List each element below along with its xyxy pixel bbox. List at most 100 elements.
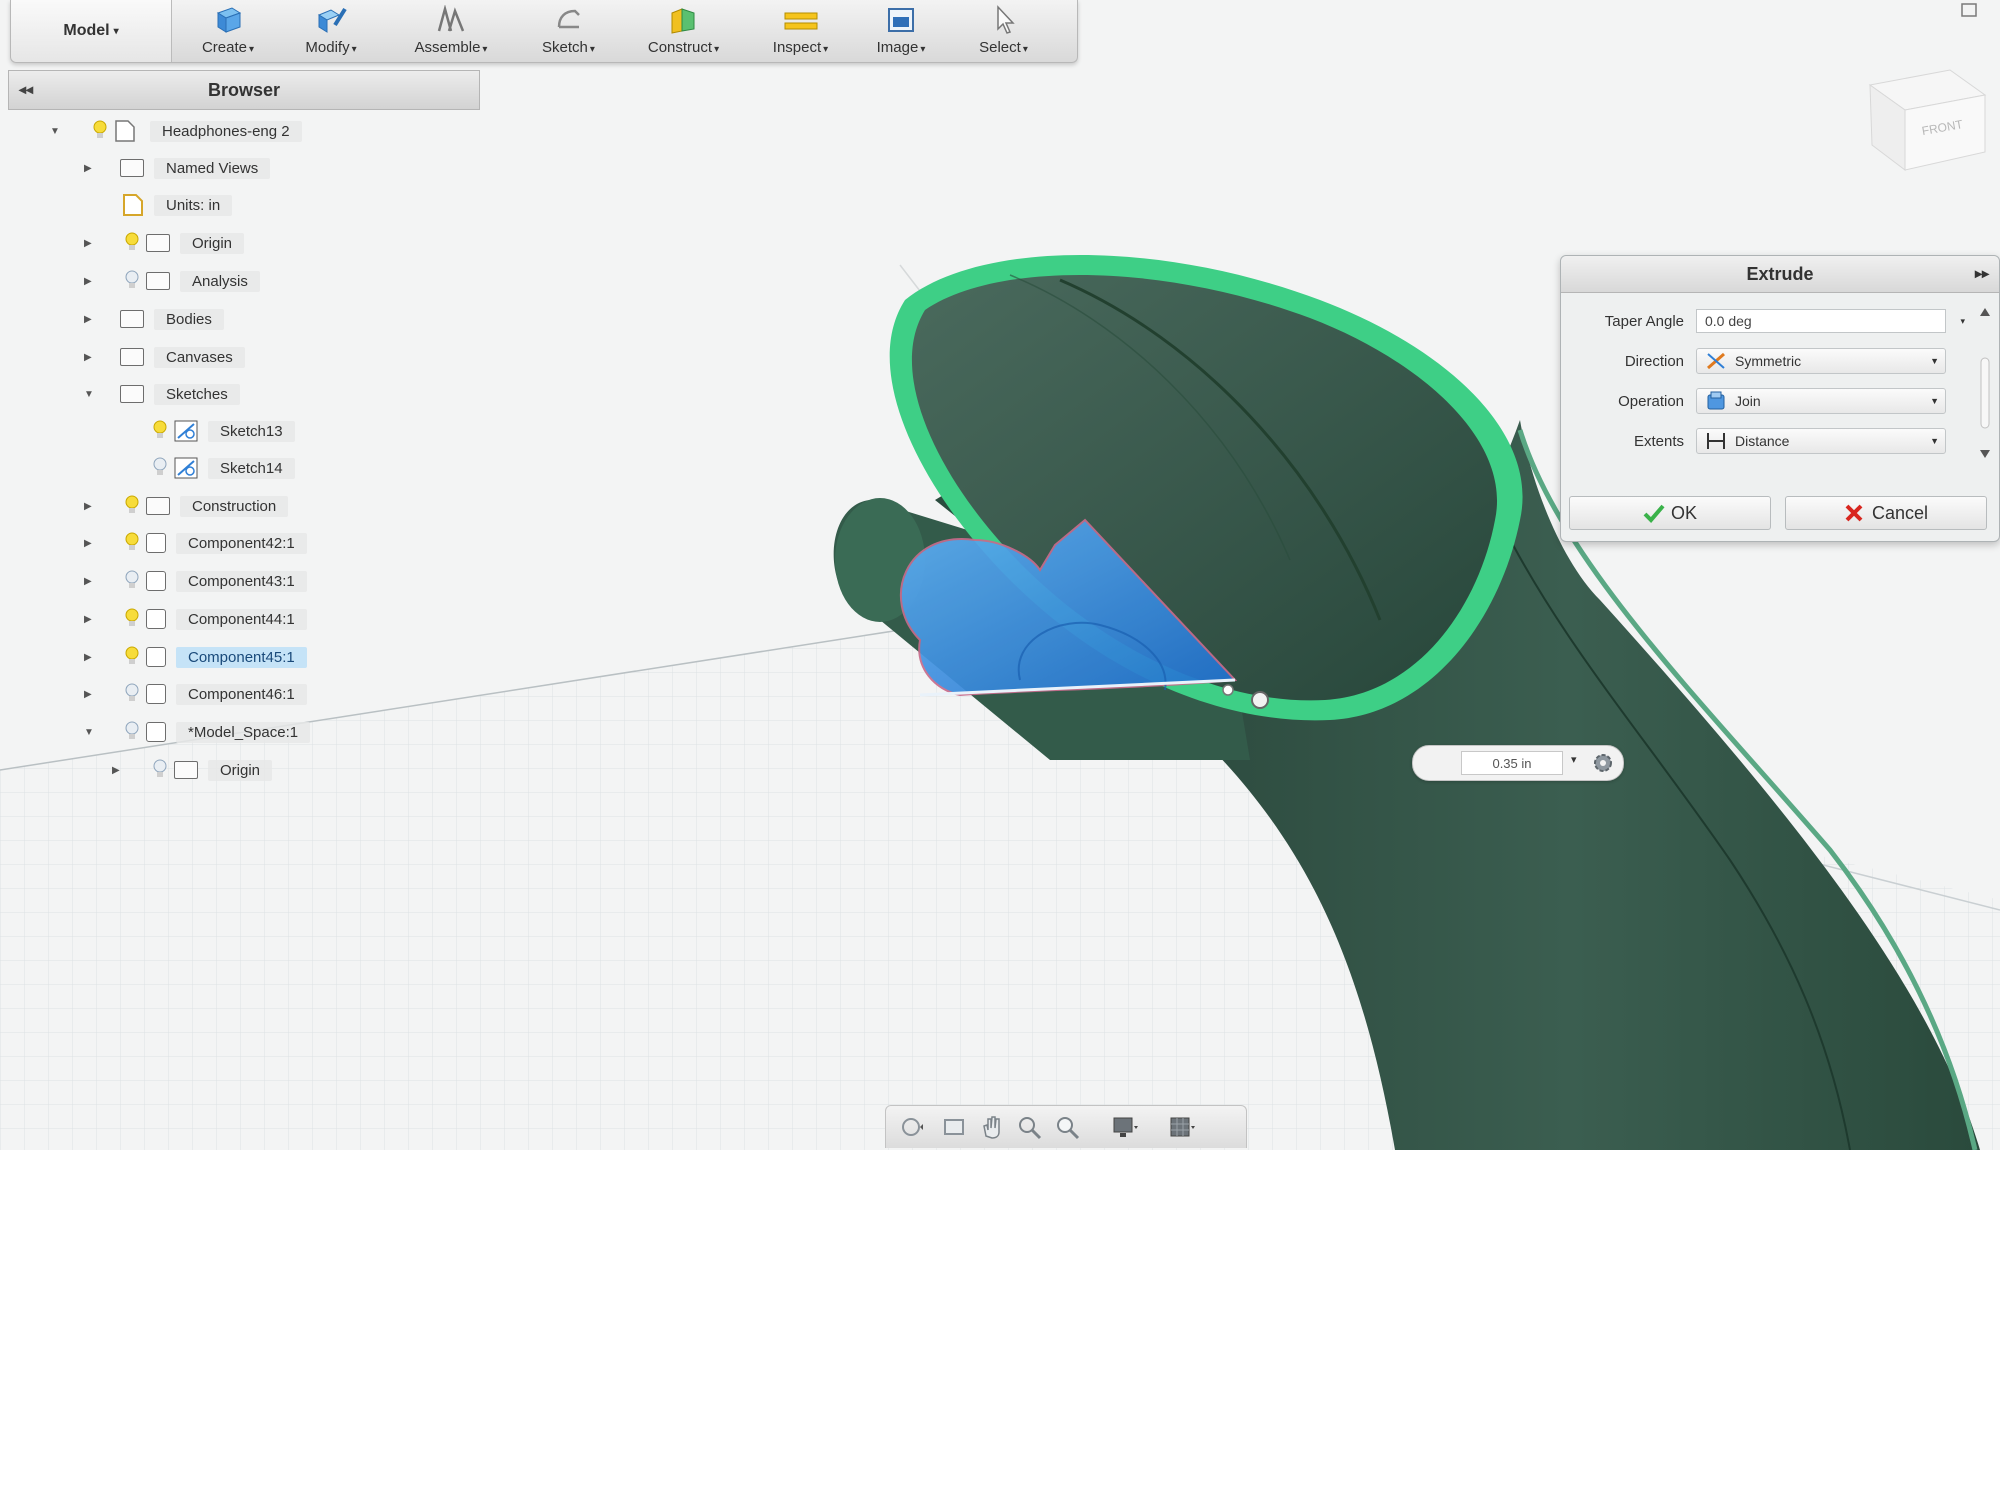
look-at-icon[interactable] bbox=[941, 1114, 969, 1140]
zoom-icon[interactable] bbox=[1054, 1114, 1082, 1140]
tree-item-label: Sketch14 bbox=[208, 457, 295, 479]
visibility-bulb-off-icon[interactable] bbox=[124, 721, 140, 743]
expand-triangle-icon[interactable]: ▶ bbox=[84, 163, 92, 174]
direction-select[interactable]: Symmetric ▼ bbox=[1696, 348, 1946, 374]
tree-item-sketch14[interactable]: Sketch14 bbox=[152, 453, 295, 483]
folder-icon bbox=[120, 159, 144, 177]
distance-dropdown-icon[interactable]: ▾ bbox=[1571, 753, 1577, 766]
visibility-bulb-off-icon[interactable] bbox=[124, 683, 140, 705]
expand-triangle-icon[interactable]: ▶ bbox=[84, 352, 92, 363]
expand-triangle-icon[interactable]: ▶ bbox=[84, 538, 92, 549]
visibility-bulb-icon[interactable] bbox=[152, 420, 168, 442]
modify-menu-button[interactable]: Modify ▾ bbox=[286, 0, 376, 62]
tree-item-analysis[interactable]: ▶ Analysis bbox=[84, 266, 260, 296]
gear-icon[interactable] bbox=[1591, 751, 1615, 775]
component-icon bbox=[146, 533, 166, 553]
taper-angle-input[interactable]: 0.0 deg ▾ bbox=[1696, 309, 1965, 333]
visibility-bulb-icon[interactable] bbox=[124, 608, 140, 630]
tree-item-named-views[interactable]: ▶ Named Views bbox=[84, 153, 271, 183]
folder-icon bbox=[120, 348, 144, 366]
tree-item-sketches[interactable]: ▼ Sketches bbox=[84, 379, 240, 409]
visibility-bulb-icon[interactable] bbox=[124, 495, 140, 517]
workspace-switcher[interactable]: Model ▾ bbox=[11, 0, 172, 62]
sketch-label: Sketch bbox=[542, 39, 588, 56]
assemble-label: Assemble bbox=[414, 39, 481, 56]
tree-item-component45[interactable]: ▶ Component45:1 bbox=[84, 642, 307, 672]
tree-item-label: Analysis bbox=[180, 270, 260, 292]
visibility-bulb-icon[interactable] bbox=[124, 532, 140, 554]
expand-triangle-icon[interactable]: ▶ bbox=[84, 276, 92, 287]
tree-item-component46[interactable]: ▶ Component46:1 bbox=[84, 679, 307, 709]
visibility-bulb-icon[interactable] bbox=[92, 120, 108, 142]
collapse-triangle-icon[interactable]: ▼ bbox=[84, 389, 94, 400]
collapse-triangle-icon[interactable]: ▼ bbox=[50, 126, 60, 137]
create-box-icon bbox=[216, 7, 242, 33]
tree-item-construction[interactable]: ▶ Construction bbox=[84, 491, 289, 521]
close-icon bbox=[1845, 504, 1863, 522]
taper-angle-stepper-icon[interactable]: ▾ bbox=[1960, 316, 1965, 327]
check-icon bbox=[1643, 504, 1665, 523]
visibility-bulb-icon[interactable] bbox=[124, 646, 140, 668]
modify-label: Modify bbox=[305, 39, 350, 56]
image-icon bbox=[888, 8, 914, 32]
ok-button[interactable]: OK bbox=[1569, 496, 1771, 530]
expand-triangle-icon[interactable]: ▶ bbox=[84, 652, 92, 663]
select-menu-button[interactable]: Select ▾ bbox=[956, 0, 1051, 62]
viewcube[interactable] bbox=[1868, 69, 1987, 172]
visibility-bulb-off-icon[interactable] bbox=[152, 457, 168, 479]
display-settings-icon[interactable] bbox=[1111, 1114, 1139, 1140]
distance-input[interactable]: 0.35 in bbox=[1461, 751, 1563, 775]
expand-triangle-icon[interactable]: ▶ bbox=[84, 689, 92, 700]
component-icon bbox=[146, 571, 166, 591]
pan-hand-icon[interactable] bbox=[978, 1114, 1006, 1140]
cancel-button[interactable]: Cancel bbox=[1785, 496, 1987, 530]
tree-item-component42[interactable]: ▶ Component42:1 bbox=[84, 528, 307, 558]
visibility-bulb-off-icon[interactable] bbox=[124, 270, 140, 292]
expand-triangle-icon[interactable]: ▶ bbox=[84, 501, 92, 512]
tree-item-sketch13[interactable]: Sketch13 bbox=[152, 416, 295, 446]
tree-item-bodies[interactable]: ▶ Bodies bbox=[84, 304, 224, 334]
tree-root[interactable]: ▼ Headphones-eng 2 bbox=[50, 116, 302, 146]
expand-triangle-icon[interactable]: ▶ bbox=[84, 238, 92, 249]
image-menu-button[interactable]: Image ▾ bbox=[856, 0, 946, 62]
assemble-menu-button[interactable]: Assemble ▾ bbox=[396, 0, 506, 62]
select-label: Select bbox=[979, 39, 1021, 56]
create-menu-button[interactable]: Create ▾ bbox=[183, 0, 273, 62]
visibility-bulb-off-icon[interactable] bbox=[152, 759, 168, 781]
tree-item-origin-nested[interactable]: ▶ Origin bbox=[112, 755, 273, 785]
tree-item-component44[interactable]: ▶ Component44:1 bbox=[84, 604, 307, 634]
zoom-window-icon[interactable] bbox=[1016, 1114, 1044, 1140]
browser-collapse-icon[interactable]: ◂◂ bbox=[19, 81, 33, 98]
taper-angle-label: Taper Angle bbox=[1604, 312, 1684, 330]
tree-item-component43[interactable]: ▶ Component43:1 bbox=[84, 566, 307, 596]
grid-settings-icon[interactable] bbox=[1168, 1114, 1196, 1140]
expand-triangle-icon[interactable]: ▶ bbox=[84, 614, 92, 625]
extrude-manipulator-handle[interactable] bbox=[1251, 691, 1269, 709]
expand-triangle-icon[interactable]: ▶ bbox=[112, 765, 120, 776]
collapse-triangle-icon[interactable]: ▼ bbox=[84, 727, 94, 738]
construct-menu-button[interactable]: Construct ▾ bbox=[626, 0, 741, 62]
operation-select[interactable]: Join ▼ bbox=[1696, 388, 1946, 414]
tree-item-label: Component46:1 bbox=[176, 683, 307, 705]
chevron-down-icon: ▼ bbox=[1930, 396, 1939, 406]
document-icon bbox=[115, 120, 135, 142]
sketch-menu-button[interactable]: Sketch ▾ bbox=[521, 0, 616, 62]
tree-item-canvases[interactable]: ▶ Canvases bbox=[84, 342, 245, 372]
inspect-menu-button[interactable]: Inspect ▾ bbox=[753, 0, 848, 62]
visibility-bulb-off-icon[interactable] bbox=[124, 570, 140, 592]
orbit-icon[interactable] bbox=[898, 1114, 926, 1140]
expand-triangle-icon[interactable]: ▶ bbox=[84, 576, 92, 587]
browser-panel-header[interactable]: ◂◂ Browser bbox=[8, 70, 480, 110]
dialog-scrollbar[interactable] bbox=[1979, 308, 1991, 458]
expand-triangle-icon[interactable]: ▶ bbox=[84, 314, 92, 325]
tree-item-label-selected: Component45:1 bbox=[176, 646, 307, 668]
extrude-dialog-header[interactable]: Extrude ▸▸ bbox=[1561, 256, 1999, 293]
extents-select[interactable]: Distance ▼ bbox=[1696, 428, 1946, 454]
tree-item-model-space[interactable]: ▼ *Model_Space:1 bbox=[84, 717, 311, 747]
tree-item-units[interactable]: Units: in bbox=[84, 190, 233, 220]
sketch-icon bbox=[557, 9, 580, 29]
dialog-collapse-icon[interactable]: ▸▸ bbox=[1975, 265, 1989, 282]
visibility-bulb-icon[interactable] bbox=[124, 232, 140, 254]
tree-item-origin[interactable]: ▶ Origin bbox=[84, 228, 245, 258]
direction-value: Symmetric bbox=[1735, 353, 1802, 369]
